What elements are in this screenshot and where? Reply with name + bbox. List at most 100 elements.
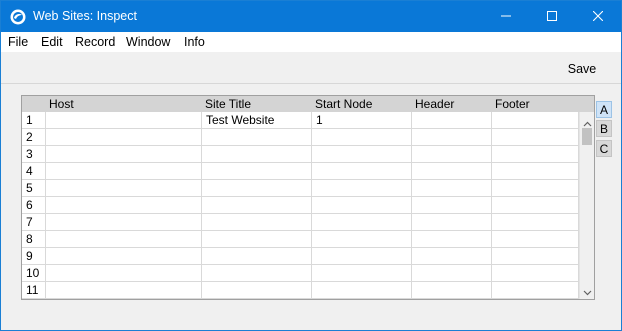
cell-header[interactable] <box>412 180 492 196</box>
cell-host[interactable] <box>46 265 202 281</box>
maximize-button[interactable] <box>529 1 575 32</box>
table-row: 3 <box>22 146 579 163</box>
cell-footer[interactable] <box>492 265 579 281</box>
web-sites-grid: Host Site Title Start Node Header Footer… <box>21 95 595 300</box>
table-row: 1 Test Website 1 <box>22 112 579 129</box>
cell-host[interactable] <box>46 282 202 298</box>
cell-host[interactable] <box>46 180 202 196</box>
inspect-content: Host Site Title Start Node Header Footer… <box>1 85 621 330</box>
cell-footer[interactable] <box>492 214 579 230</box>
cell-host[interactable] <box>46 231 202 247</box>
cell-header[interactable] <box>412 163 492 179</box>
cell-site-title[interactable] <box>202 129 312 145</box>
table-row: 7 <box>22 214 579 231</box>
minimize-button[interactable] <box>483 1 529 32</box>
cell-site-title[interactable] <box>202 180 312 196</box>
cell-start-node[interactable] <box>312 197 412 213</box>
grid-body: 1 Test Website 1 2 3 4 5 6 7 8 9 10 11 <box>22 112 579 299</box>
cell-site-title[interactable] <box>202 248 312 264</box>
cell-footer[interactable] <box>492 231 579 247</box>
scroll-down-icon[interactable] <box>583 285 592 296</box>
cell-footer[interactable] <box>492 197 579 213</box>
table-row: 11 <box>22 282 579 299</box>
cell-footer[interactable] <box>492 248 579 264</box>
cell-host[interactable] <box>46 163 202 179</box>
cell-site-title[interactable] <box>202 163 312 179</box>
cell-site-title[interactable]: Test Website <box>202 112 312 128</box>
column-header-site-title[interactable]: Site Title <box>202 96 251 112</box>
cell-host[interactable] <box>46 197 202 213</box>
cell-start-node[interactable] <box>312 146 412 162</box>
cell-site-title[interactable] <box>202 231 312 247</box>
cell-header[interactable] <box>412 214 492 230</box>
cell-host[interactable] <box>46 248 202 264</box>
cell-footer[interactable] <box>492 146 579 162</box>
cell-host[interactable] <box>46 214 202 230</box>
cell-footer[interactable] <box>492 282 579 298</box>
menu-bar: File Edit Record Window Info <box>1 32 621 52</box>
cell-site-title[interactable] <box>202 197 312 213</box>
menu-edit[interactable]: Edit <box>41 35 63 49</box>
cell-start-node[interactable] <box>312 282 412 298</box>
menu-record[interactable]: Record <box>75 35 115 49</box>
cell-site-title[interactable] <box>202 146 312 162</box>
window-title: Web Sites: Inspect <box>33 9 137 23</box>
row-number: 1 <box>22 112 46 128</box>
cell-site-title[interactable] <box>202 282 312 298</box>
row-number: 5 <box>22 180 46 196</box>
row-number: 6 <box>22 197 46 213</box>
scroll-up-icon[interactable] <box>583 116 592 127</box>
cell-header[interactable] <box>412 197 492 213</box>
table-row: 4 <box>22 163 579 180</box>
cell-header[interactable] <box>412 146 492 162</box>
cell-header[interactable] <box>412 265 492 281</box>
menu-file[interactable]: File <box>8 35 28 49</box>
row-number: 7 <box>22 214 46 230</box>
cell-footer[interactable] <box>492 180 579 196</box>
cell-host[interactable] <box>46 146 202 162</box>
save-button[interactable]: Save <box>561 61 603 77</box>
cell-host[interactable] <box>46 129 202 145</box>
cell-start-node[interactable]: 1 <box>312 112 412 128</box>
toolbar: Save <box>1 52 621 84</box>
cell-header[interactable] <box>412 248 492 264</box>
title-bar[interactable]: Web Sites: Inspect <box>1 1 621 32</box>
table-row: 5 <box>22 180 579 197</box>
vertical-scrollbar[interactable] <box>579 112 594 299</box>
cell-footer[interactable] <box>492 112 579 128</box>
table-row: 6 <box>22 197 579 214</box>
column-header-footer[interactable]: Footer <box>492 96 530 112</box>
close-icon <box>592 10 604 24</box>
cell-footer[interactable] <box>492 129 579 145</box>
column-header-start-node[interactable]: Start Node <box>312 96 372 112</box>
cell-host[interactable] <box>46 112 202 128</box>
minimize-icon <box>501 10 511 24</box>
column-header-host[interactable]: Host <box>46 96 74 112</box>
cell-start-node[interactable] <box>312 214 412 230</box>
side-tab-b[interactable]: B <box>596 120 612 137</box>
menu-info[interactable]: Info <box>184 35 205 49</box>
row-number: 9 <box>22 248 46 264</box>
cell-site-title[interactable] <box>202 214 312 230</box>
app-logo-icon <box>10 9 26 25</box>
menu-window[interactable]: Window <box>126 35 170 49</box>
cell-start-node[interactable] <box>312 265 412 281</box>
cell-start-node[interactable] <box>312 180 412 196</box>
scroll-thumb[interactable] <box>582 128 592 145</box>
cell-start-node[interactable] <box>312 231 412 247</box>
table-row: 8 <box>22 231 579 248</box>
cell-header[interactable] <box>412 129 492 145</box>
cell-start-node[interactable] <box>312 163 412 179</box>
cell-site-title[interactable] <box>202 265 312 281</box>
cell-footer[interactable] <box>492 163 579 179</box>
inspect-window: Web Sites: Inspect File Edit Record Wind… <box>0 0 622 331</box>
close-button[interactable] <box>575 1 621 32</box>
cell-header[interactable] <box>412 231 492 247</box>
cell-header[interactable] <box>412 282 492 298</box>
cell-start-node[interactable] <box>312 129 412 145</box>
side-tab-c[interactable]: C <box>596 140 612 157</box>
cell-header[interactable] <box>412 112 492 128</box>
side-tab-a[interactable]: A <box>596 101 612 118</box>
column-header-header[interactable]: Header <box>412 96 454 112</box>
cell-start-node[interactable] <box>312 248 412 264</box>
